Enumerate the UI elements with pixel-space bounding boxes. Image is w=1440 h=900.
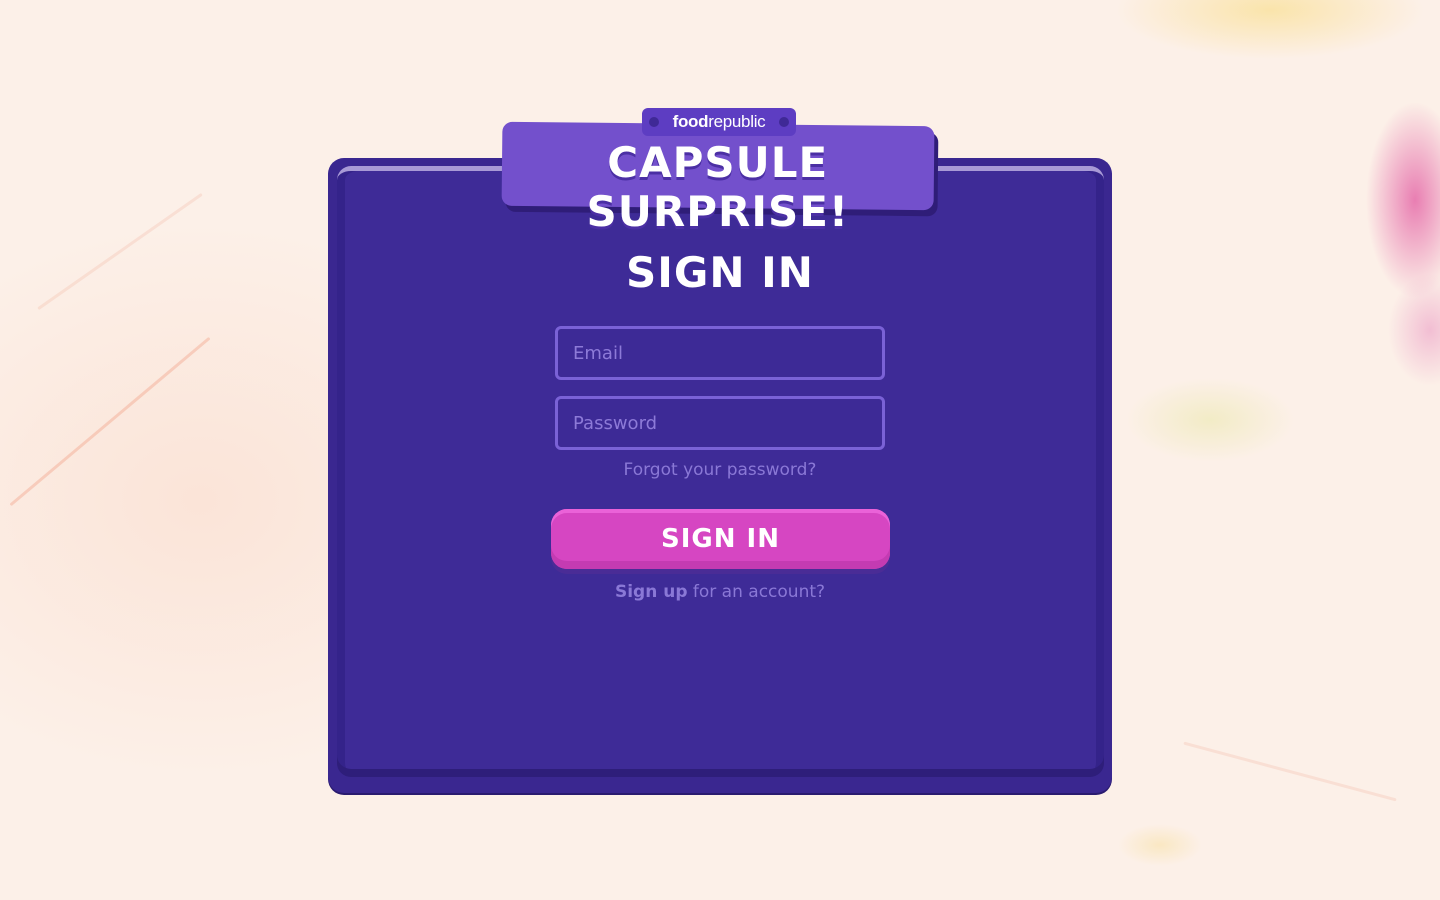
sign-in-heading: SIGN IN xyxy=(626,248,814,297)
forgot-password-link[interactable]: Forgot your password? xyxy=(555,460,885,480)
background-stroke xyxy=(37,192,203,311)
sign-up-prompt: Sign up for an account? xyxy=(555,582,885,602)
rivet-icon xyxy=(779,117,789,127)
brand-logo: foodrepublic xyxy=(673,112,766,132)
password-field[interactable] xyxy=(555,396,885,450)
rivet-icon xyxy=(649,117,659,127)
sign-in-button[interactable]: SIGN IN xyxy=(551,509,890,569)
background-stroke xyxy=(1183,741,1397,802)
brand-logo-bold: food xyxy=(672,112,709,131)
sign-up-suffix: for an account? xyxy=(687,582,826,602)
brand-tab: foodrepublic xyxy=(642,108,796,136)
email-field[interactable] xyxy=(555,326,885,380)
brand-logo-regular: republic xyxy=(708,112,766,131)
background-stroke xyxy=(9,336,211,507)
sign-up-link[interactable]: Sign up xyxy=(615,582,688,602)
game-title: CAPSULE SURPRISE! xyxy=(586,137,850,236)
